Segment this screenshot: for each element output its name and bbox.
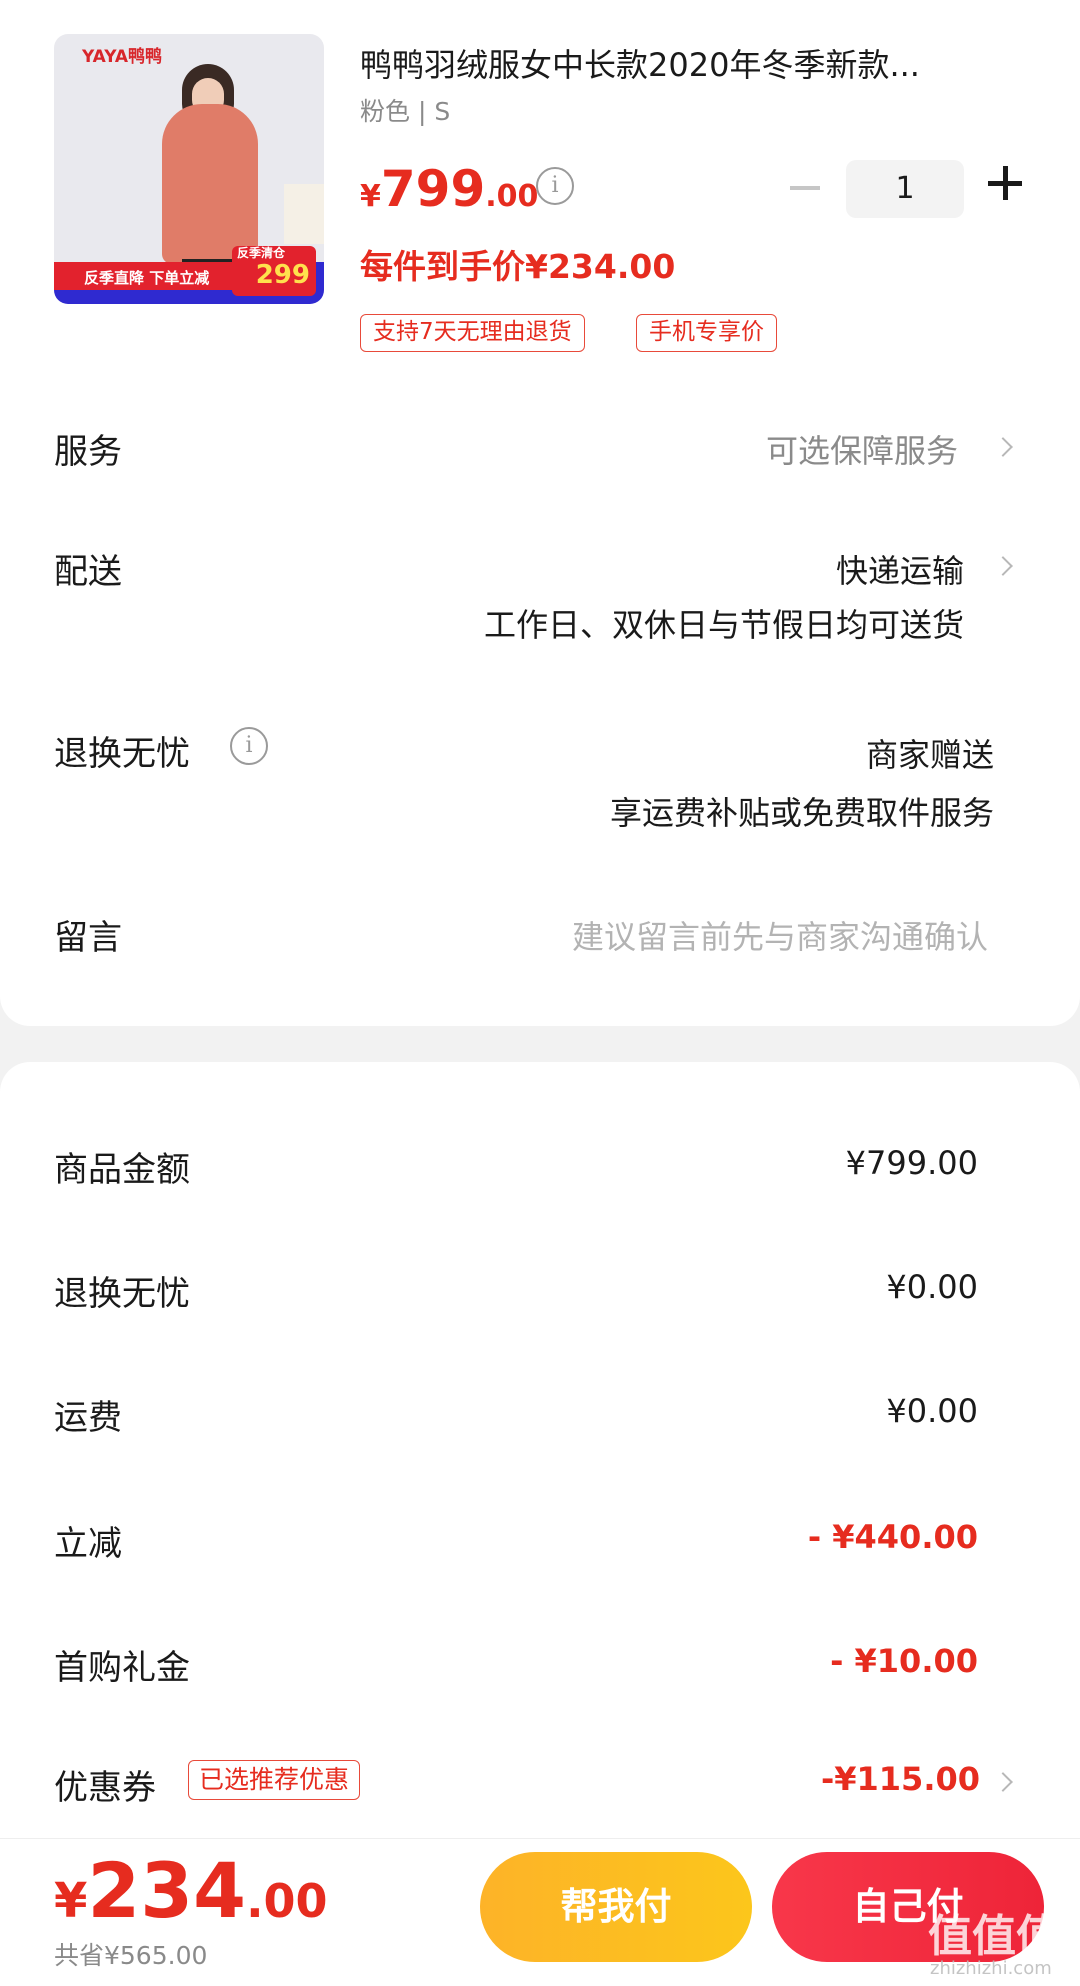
returns-info-icon[interactable]: i: [230, 727, 268, 765]
final-unit-price: 每件到手价¥234.00: [360, 247, 676, 286]
price-currency: ¥: [360, 179, 381, 214]
shipping-value: ¥0.00: [886, 1392, 978, 1430]
delivery-label: 配送: [54, 552, 122, 592]
coupon-value[interactable]: -¥115.00: [821, 1760, 980, 1798]
returns-value: 商家赠送: [865, 736, 994, 774]
returns-fee-label: 退换无忧: [54, 1274, 190, 1314]
product-image-promo: 反季直降 下单立减: [84, 269, 210, 287]
product-image[interactable]: YAYA鸭鸭 反季直降 下单立减 299 反季清仓: [54, 34, 324, 304]
quantity-minus-icon[interactable]: [790, 186, 820, 190]
delivery-detail: 工作日、双休日与节假日均可送货: [483, 606, 964, 644]
product-title[interactable]: 鸭鸭羽绒服女中长款2020年冬季新款...: [360, 40, 1020, 86]
product-image-brand: YAYA鸭鸭: [82, 47, 163, 67]
goods-amount-label: 商品金额: [54, 1150, 190, 1190]
watermark-logo: 值值值: [928, 1911, 1060, 1962]
product-spec[interactable]: 粉色 | S: [360, 92, 450, 128]
total-currency: ¥: [54, 1873, 88, 1929]
discount-value: - ¥440.00: [807, 1518, 978, 1556]
price-integer: 799: [380, 160, 486, 218]
coupon-selected-tag[interactable]: 已选推荐优惠: [188, 1760, 361, 1800]
total-saved: 共省¥565.00: [54, 1941, 208, 1970]
service-value[interactable]: 可选保障服务: [766, 426, 958, 472]
service-label: 服务: [54, 432, 122, 472]
returns-detail: 享运费补贴或免费取件服务: [609, 794, 994, 832]
pink-down-coat: [162, 104, 258, 264]
total-integer: 234: [87, 1846, 247, 1935]
background-poster: [284, 184, 324, 244]
first-gift-value: - ¥10.00: [830, 1642, 978, 1680]
quantity-input[interactable]: 1: [846, 160, 964, 218]
mobile-price-tag: 手机专享价: [636, 314, 777, 352]
product-image-badge-tag: 反季清仓: [237, 246, 286, 260]
watermark-url: zhizhizhi.com: [930, 1958, 1052, 1979]
first-gift-label: 首购礼金: [54, 1648, 190, 1688]
price-decimal: .00: [485, 179, 539, 214]
coupon-label: 优惠券: [54, 1768, 156, 1808]
returns-label: 退换无忧: [54, 734, 190, 774]
goods-amount-value: ¥799.00: [845, 1144, 978, 1182]
message-input[interactable]: 建议留言前先与商家沟通确认: [572, 912, 988, 958]
returns-fee-value: ¥0.00: [886, 1268, 978, 1306]
help-pay-button[interactable]: 帮我付: [480, 1852, 752, 1962]
total-decimal: .00: [246, 1874, 328, 1928]
discount-label: 立减: [54, 1524, 122, 1564]
message-label: 留言: [54, 918, 122, 958]
quantity-plus-icon[interactable]: [988, 166, 1022, 200]
price-info-icon[interactable]: i: [536, 167, 574, 205]
shipping-label: 运费: [54, 1398, 122, 1438]
total-price: ¥234.00: [54, 1846, 328, 1935]
return-policy-tag: 支持7天无理由退货: [360, 314, 585, 352]
product-price: ¥799.00: [360, 160, 538, 218]
delivery-value[interactable]: 快递运输: [836, 546, 964, 592]
